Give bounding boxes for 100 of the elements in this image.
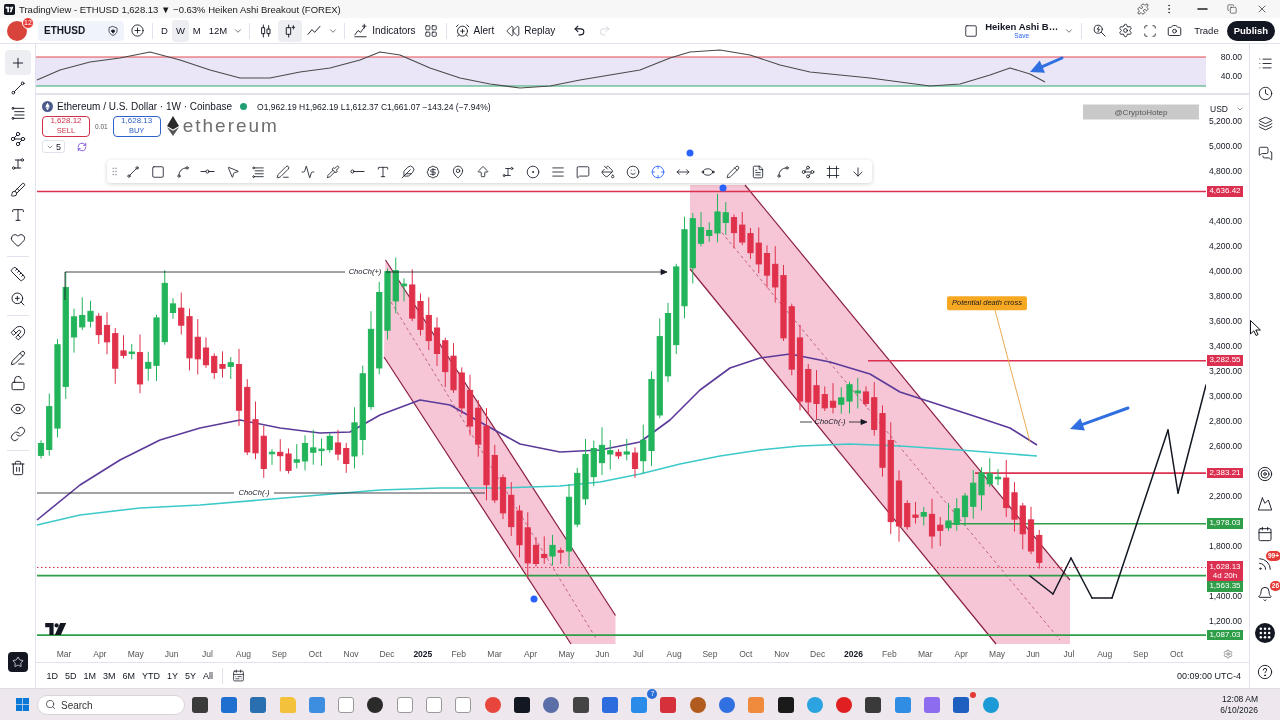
replay-button[interactable]: Replay [502,19,560,42]
app-icon[interactable] [513,696,530,713]
range-button[interactable]: 1M [81,668,99,683]
i-beam-icon [500,164,515,179]
range-button[interactable]: 5Y [182,668,199,683]
app-icon[interactable] [572,696,589,713]
magnet-icon [9,324,26,341]
ohlc-values: O1,962.19 H1,962.19 L1,612.37 C1,661.07 −143.24 (−7.94%) [257,101,491,112]
arrow-marker [1030,56,1064,73]
symbol-search-button[interactable]: ETHUSD [38,20,124,41]
search-field[interactable]: Search [37,695,185,715]
rewind-icon [506,23,521,38]
dollar-badge-icon [425,164,440,179]
chat-icon [1257,145,1273,161]
frame-icon [825,164,840,179]
start-button[interactable] [14,696,30,713]
crosshair-tool-button[interactable] [4,50,31,76]
square-icon [964,23,979,38]
fullscreen-icon [1143,23,1158,38]
window-title: TradingView - ETHUSD 1,628.13 ▼ −0.63% Heiken Ashi Breakout (FOREX) [19,3,341,15]
interval-button[interactable]: M [188,19,205,42]
price-tick: 5,000.00 [1208,142,1242,150]
comment-icon [575,164,590,179]
range-button[interactable]: 6M [120,668,138,683]
app-icon[interactable] [367,696,384,713]
circle-dot-icon [525,164,540,179]
star-icon [11,656,24,668]
indicators-collapse-button[interactable]: 5 [42,140,65,153]
price-tick: 4,400.00 [1208,217,1242,225]
price-tick: 3,000.00 [1208,392,1242,400]
paint-bucket-icon [600,164,615,179]
time-tick: Jun [1025,648,1041,659]
anchor-handle[interactable] [686,149,694,157]
time-tick: Dec [378,648,396,659]
time-tick: Mar [917,648,934,659]
interval-button[interactable]: D [157,19,172,42]
range-button[interactable]: YTD [139,668,163,683]
price-tag: 1,563.35 [1207,581,1243,592]
interval-button[interactable]: W [171,19,189,42]
time-tick: Oct [1168,648,1185,659]
price-tick: 3,600.00 [1208,317,1242,325]
minimize-icon [1196,8,1208,10]
mountain-icon [1257,496,1273,512]
feather-icon [400,164,415,179]
zigzag-icon [300,164,315,179]
time-tick: May [557,648,576,659]
smiley-icon [625,164,640,179]
i-beam-icon [9,156,26,173]
shield-heart-icon [107,24,119,37]
app-logo-icon [4,3,15,15]
time-tick: Jun [163,648,180,659]
app-icon[interactable] [777,696,794,713]
chart-type-button[interactable] [278,19,303,42]
price-tag: 4,636.42 [1207,186,1243,197]
pipette-icon [325,164,340,179]
chevron-down-icon [1236,105,1244,113]
anchor-handle[interactable] [719,184,727,192]
time-tick: Aug [665,648,683,659]
scale-label: 80.00 [1220,53,1242,61]
plus-circle-icon [129,23,145,38]
pencil-icon [725,164,740,179]
nodes-icon [800,164,815,179]
trade-button[interactable]: Trade [1186,20,1227,41]
anchor-handle[interactable] [530,595,538,603]
range-button[interactable]: 5D [62,668,80,683]
windows-logo-icon [15,698,29,711]
help-icon [1257,664,1273,680]
publish-button[interactable]: Publish [1226,20,1275,41]
close-icon [1256,3,1268,15]
range-button[interactable]: 1D [44,668,61,683]
time-tick: Aug [234,648,252,659]
time-tick: Sep [701,648,719,659]
last-price-tag: 1,628.13 4d 20h [1207,561,1243,581]
list-icon [1257,55,1273,71]
indicators-button[interactable]: Indicators [349,19,420,42]
structure-line [799,419,868,425]
trash-icon [9,459,26,476]
time-tick: Jul [1062,648,1076,659]
range-button[interactable]: 1Y [164,668,181,683]
apps-grid-icon [1255,623,1275,643]
price-tick: 2,200.00 [1208,492,1242,500]
price-tag: 1,087.03 [1207,629,1243,641]
favorites-button[interactable] [7,652,28,672]
line-segment-icon [125,164,140,179]
interval-button[interactable]: 12M [204,19,232,42]
range-button[interactable]: 3M [100,668,119,683]
price-tick: 3,800.00 [1208,292,1242,300]
segment-icon [350,169,365,174]
layers-icon [1257,115,1273,131]
range-button[interactable]: All [200,668,216,683]
app-icon[interactable] [865,696,882,713]
app-icon[interactable] [191,696,208,713]
ruler-icon [9,265,26,282]
alert-button[interactable]: Alert [450,19,499,42]
time-tick: Feb [881,648,898,659]
drag-handle-icon[interactable] [109,166,120,177]
crosshair-icon [650,164,665,179]
price-tag: 1,978.03 [1207,518,1243,529]
time-tick: Apr [92,648,108,659]
price-tick: 2,800.00 [1208,417,1242,425]
